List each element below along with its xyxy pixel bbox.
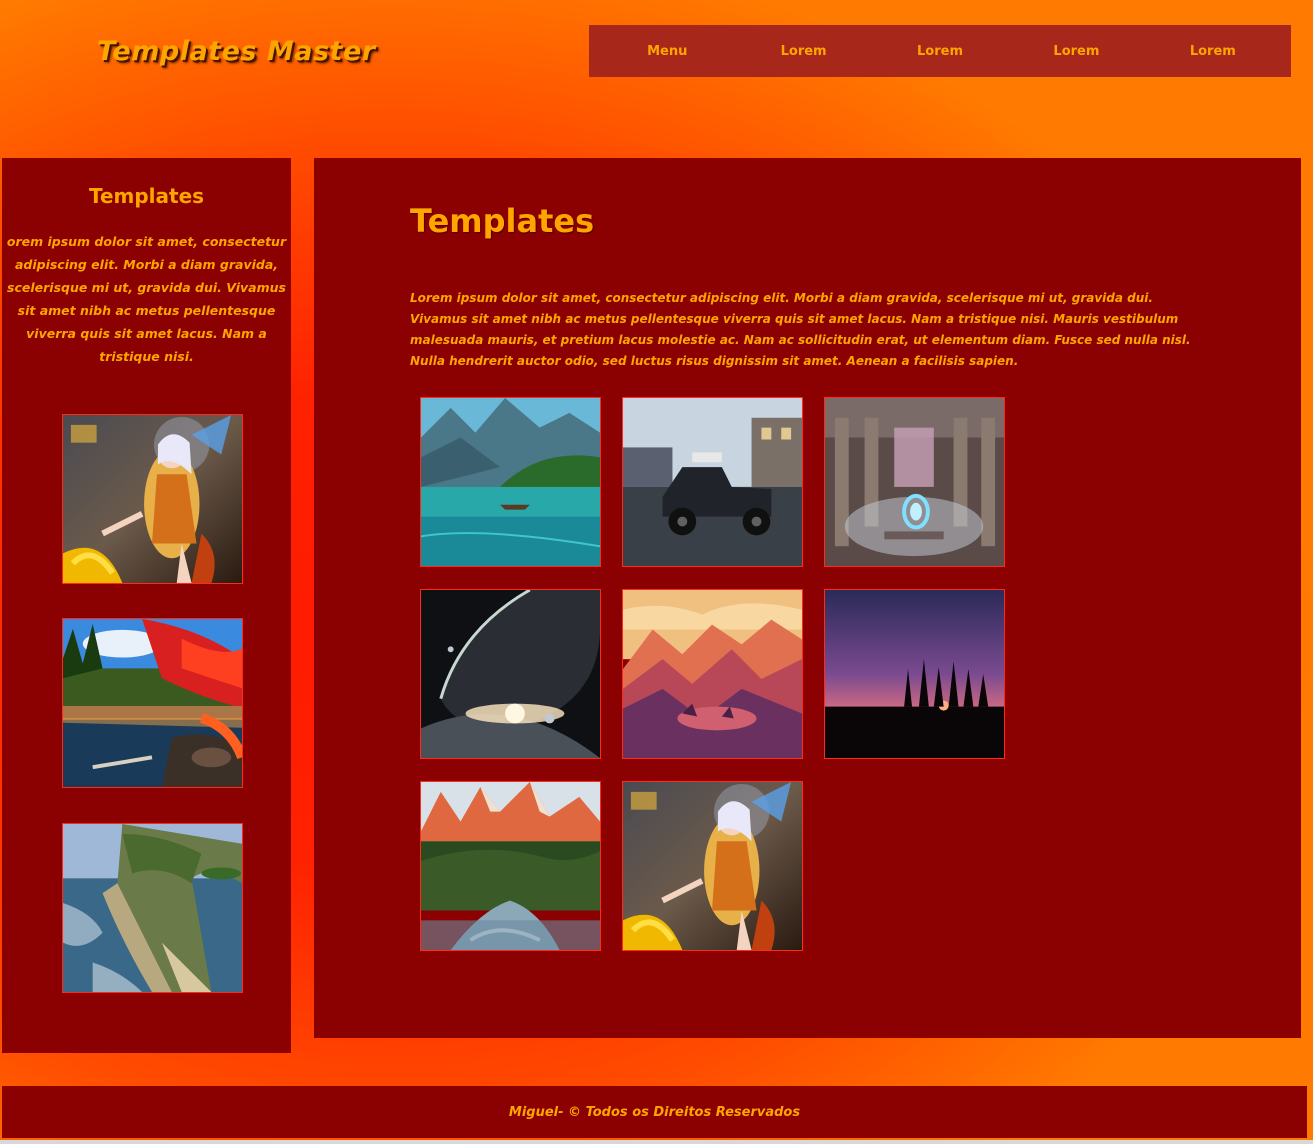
nav-item-lorem-4[interactable]: Lorem <box>1145 44 1281 59</box>
browser-status-bar <box>0 1140 1313 1144</box>
main-nav: Menu Lorem Lorem Lorem Lorem <box>589 25 1291 77</box>
nav-item-lorem-3[interactable]: Lorem <box>1008 44 1144 59</box>
sidebar: Templates orem ipsum dolor sit amet, con… <box>2 158 291 1053</box>
sidebar-text-line: orem ipsum dolor sit amet, consectetur <box>6 234 287 249</box>
fantasy-warrior-image[interactable] <box>622 781 803 951</box>
coastal-cliff-image[interactable] <box>62 823 243 993</box>
footer-copyright: Miguel- © Todos os Direitos Reservados <box>508 1104 801 1120</box>
footer: Miguel- © Todos os Direitos Reservados <box>2 1086 1307 1138</box>
nav-item-lorem-1[interactable]: Lorem <box>735 44 871 59</box>
autumn-lake-image[interactable] <box>62 618 243 788</box>
truck-image[interactable] <box>622 397 803 567</box>
sunset-valley-illustration-image[interactable] <box>622 589 803 759</box>
tree-sunset-image[interactable] <box>824 589 1005 759</box>
temple-portal-image[interactable] <box>824 397 1005 567</box>
sidebar-text: orem ipsum dolor sit amet, consectetur a… <box>6 230 287 368</box>
main-content: Templates Lorem ipsum dolor sit amet, co… <box>314 158 1301 1038</box>
sidebar-text-line: viverra quis sit amet lacus. Nam a <box>26 326 267 341</box>
mountain-lake-image[interactable] <box>420 397 601 567</box>
sidebar-text-line: adipiscing elit. Morbi a diam gravida, <box>14 257 279 272</box>
main-description: Lorem ipsum dolor sit amet, consectetur … <box>410 291 1191 368</box>
nav-item-menu[interactable]: Menu <box>599 44 735 59</box>
nav-item-lorem-2[interactable]: Lorem <box>872 44 1008 59</box>
mountain-river-image[interactable] <box>420 781 601 951</box>
sidebar-text-line: sit amet nibh ac metus pellentesque <box>17 303 276 318</box>
sidebar-text-line: tristique nisi. <box>99 349 194 364</box>
planet-space-image[interactable] <box>420 589 601 759</box>
site-title: Templates Master <box>97 36 376 67</box>
fantasy-warrior-image[interactable] <box>62 414 243 584</box>
sidebar-title: Templates <box>88 184 205 208</box>
sidebar-text-line: scelerisque mi ut, gravida dui. Vivamus <box>7 280 286 295</box>
main-title: Templates <box>410 202 595 240</box>
